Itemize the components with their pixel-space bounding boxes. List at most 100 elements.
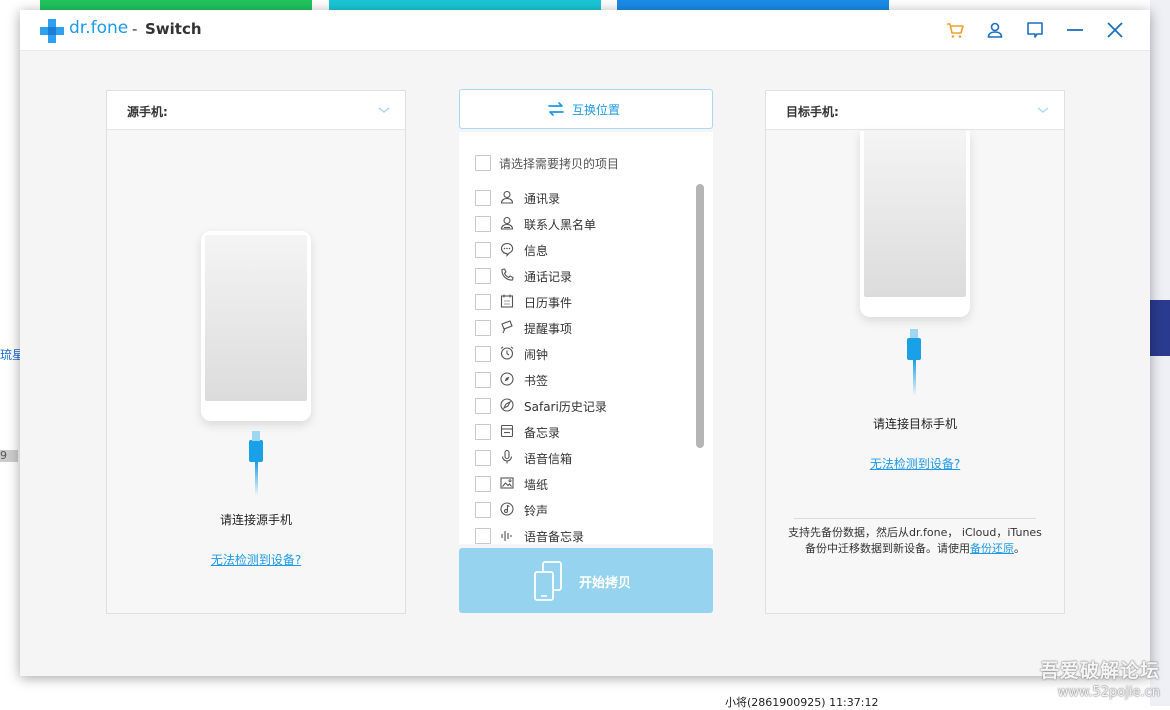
item-label: 通讯录 (524, 192, 561, 206)
list-item[interactable]: 备忘录 (475, 421, 695, 441)
list-item[interactable]: 闹钟 (475, 343, 695, 363)
phone-icon (499, 267, 515, 283)
minimize-button[interactable] (1065, 20, 1085, 40)
list-item[interactable]: 书签 (475, 369, 695, 389)
item-label: 铃声 (524, 504, 549, 518)
minimize-icon (1067, 29, 1083, 31)
source-phone-selector[interactable]: 源手机: (107, 91, 405, 130)
app-name: Switch (145, 20, 202, 38)
item-checkbox[interactable] (475, 242, 491, 258)
item-checkbox[interactable] (475, 190, 491, 206)
item-checkbox[interactable] (475, 424, 491, 440)
list-item[interactable]: 通讯录 (475, 187, 695, 207)
backup-restore-tip: 支持先备份数据，然后从dr.fone， iCloud，iTunes备份中迁移数据… (788, 525, 1042, 557)
close-icon (1107, 22, 1123, 38)
item-checkbox[interactable] (475, 450, 491, 466)
drfone-logo-icon (40, 19, 64, 43)
list-scrollbar[interactable] (696, 184, 704, 448)
blocked-person-icon (499, 215, 515, 231)
calendar-icon (499, 293, 515, 309)
reminder-icon (499, 319, 515, 335)
chevron-down-icon (378, 107, 390, 113)
swap-position-button[interactable]: 互换位置 (459, 89, 713, 129)
item-checkbox[interactable] (475, 268, 491, 284)
item-checkbox[interactable] (475, 398, 491, 414)
start-copy-label: 开始拷贝 (579, 576, 632, 591)
item-label: 墙纸 (524, 478, 549, 492)
item-checkbox[interactable] (475, 320, 491, 336)
list-item[interactable]: Safari历史记录 (475, 395, 695, 415)
user-icon (987, 22, 1003, 38)
list-item[interactable]: 联系人黑名单 (475, 213, 695, 233)
copy-items-list: 请选择需要拷贝的项目 通讯录 联系人黑名单 信息 通话记录 日历事件 提醒事项 … (459, 132, 713, 544)
watermark-title: 吾爱破解论坛 (1039, 660, 1160, 682)
item-label: 日历事件 (524, 296, 573, 310)
start-copy-button[interactable]: 开始拷贝 (459, 548, 713, 613)
list-item[interactable]: 语音备忘录 (475, 525, 695, 544)
item-label: 语音备忘录 (524, 530, 585, 544)
target-cannot-detect-link[interactable]: 无法检测到设备? (766, 455, 1064, 472)
item-checkbox[interactable] (475, 528, 491, 544)
list-item[interactable]: 语音信箱 (475, 447, 695, 467)
item-label: Safari历史记录 (524, 400, 607, 414)
list-item[interactable]: 日历事件 (475, 291, 695, 311)
phone-transfer-icon (534, 561, 562, 601)
target-phone-panel: 目标手机: 请连接目标手机 无法检测到设备? 支持先备份数据，然后从dr.fon… (765, 90, 1065, 614)
list-item[interactable]: 信息 (475, 239, 695, 259)
item-checkbox[interactable] (475, 372, 491, 388)
item-checkbox[interactable] (475, 502, 491, 518)
title-bar: dr.fone - Switch (20, 10, 1150, 51)
source-phone-label: 源手机: (127, 105, 168, 119)
source-phone-image (201, 231, 311, 421)
source-connect-text: 请连接源手机 (219, 513, 292, 527)
forum-watermark: 吾爱破解论坛 www.52pojie.cn (1040, 656, 1160, 700)
item-label: 闹钟 (524, 348, 549, 362)
target-phone-image (860, 131, 970, 317)
item-checkbox[interactable] (475, 346, 491, 362)
note-icon (499, 423, 515, 439)
cart-button[interactable] (945, 20, 965, 40)
select-all-checkbox[interactable] (475, 155, 491, 171)
wallpaper-icon (499, 475, 515, 491)
item-label: 通话记录 (524, 270, 573, 284)
tip-divider (794, 518, 1036, 519)
select-all-label: 请选择需要拷贝的项目 (499, 157, 620, 171)
chevron-down-icon (1037, 107, 1049, 113)
brand-name: dr.fone (69, 18, 129, 38)
item-label: 语音信箱 (524, 452, 573, 466)
list-item[interactable]: 墙纸 (475, 473, 695, 493)
source-cannot-detect-link[interactable]: 无法检测到设备? (107, 551, 405, 568)
target-phone-label: 目标手机: (786, 105, 839, 119)
feedback-button[interactable] (1025, 20, 1045, 40)
safari-icon (499, 397, 515, 413)
chat-bubble-icon (1027, 22, 1043, 38)
select-all-row[interactable]: 请选择需要拷贝的项目 (475, 154, 705, 172)
list-item[interactable]: 提醒事项 (475, 317, 695, 337)
background-right-banner (1150, 300, 1170, 356)
waveform-icon (499, 527, 515, 543)
target-phone-selector[interactable]: 目标手机: (766, 91, 1064, 130)
close-button[interactable] (1105, 20, 1125, 40)
list-item[interactable]: 通话记录 (475, 265, 695, 285)
backup-restore-link[interactable]: 备份还原 (970, 542, 1014, 555)
background-chat-line: 小将(2861900925) 11:37:12 (725, 696, 879, 709)
compass-icon (499, 371, 515, 387)
item-checkbox[interactable] (475, 476, 491, 492)
item-label: 提醒事项 (524, 322, 573, 336)
swap-arrows-icon (548, 102, 564, 116)
item-checkbox[interactable] (475, 216, 491, 232)
background-left-number: 9 (0, 450, 18, 462)
background-tile-blue (617, 0, 889, 10)
background-tile-teal (329, 0, 601, 10)
list-item[interactable]: 铃声 (475, 499, 695, 519)
account-button[interactable] (985, 20, 1005, 40)
item-checkbox[interactable] (475, 294, 491, 310)
item-label: 信息 (524, 244, 549, 258)
person-icon (499, 189, 515, 205)
item-label: 备忘录 (524, 426, 561, 440)
tip-end: 。 (1014, 542, 1025, 555)
alarm-icon (499, 345, 515, 361)
brand-separator: - (132, 20, 138, 38)
swap-position-label: 互换位置 (572, 103, 621, 117)
mic-icon (499, 449, 515, 465)
